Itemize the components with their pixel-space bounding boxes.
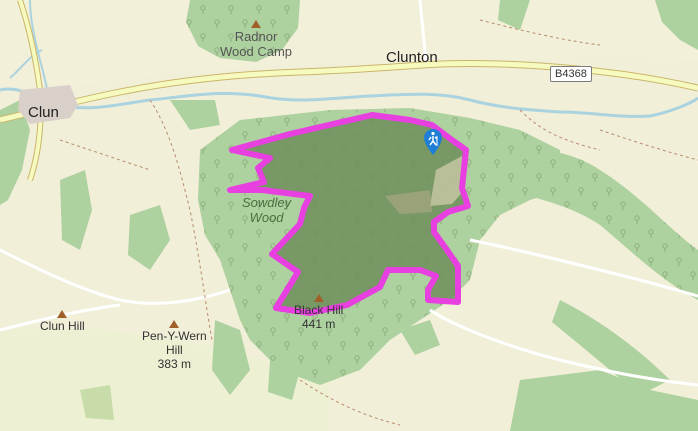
peak-label-clun-hill: Clun Hill [40, 310, 85, 334]
peak-icon [169, 320, 180, 328]
map-layer [0, 0, 698, 431]
camp-icon [251, 20, 261, 28]
map-canvas[interactable]: Clun Clunton Radnor Wood Camp Sowdley Wo… [0, 0, 698, 431]
wood-label-sowdley: Sowdley Wood [242, 195, 292, 225]
wood-label-radnor: Radnor Wood Camp [220, 20, 292, 60]
place-label-clunton: Clunton [386, 49, 438, 66]
peak-label-pen-y-wern: Pen-Y-Wern Hill 383 m [142, 320, 207, 371]
road-badge-b4368: B4368 [550, 66, 592, 82]
peak-icon [57, 310, 68, 318]
place-label-clun: Clun [28, 104, 59, 121]
peak-label-black-hill: Black Hill 441 m [294, 294, 343, 332]
peak-icon [313, 294, 324, 302]
hiker-icon[interactable] [422, 128, 444, 156]
